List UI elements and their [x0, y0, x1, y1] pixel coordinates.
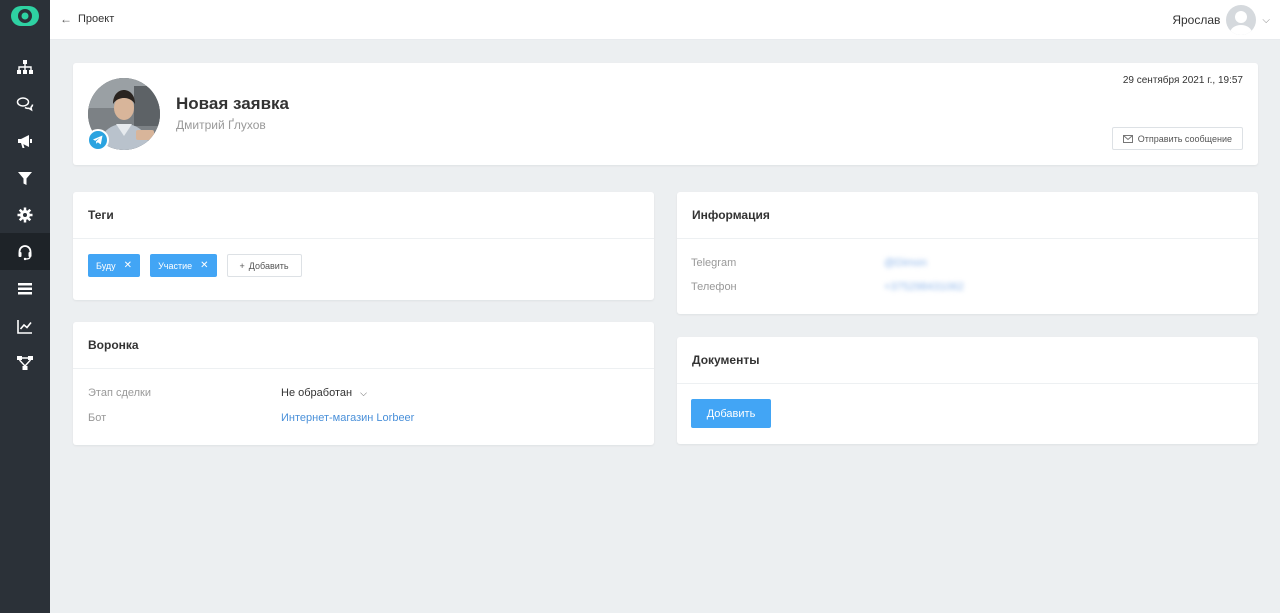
user-menu[interactable]: Ярослав ⌵	[1172, 5, 1270, 35]
plus-icon: +	[239, 260, 245, 271]
tag-chip[interactable]: Участие ✕	[150, 254, 217, 277]
lead-date: 29 сентября 2021 г., 19:57	[1122, 75, 1243, 86]
lead-header-card: Новая заявка Дмитрий Ґлухов 29 сентября …	[73, 63, 1258, 165]
megaphone-icon	[18, 134, 32, 148]
sidebar-item-analytics[interactable]	[0, 307, 50, 344]
sidebar-item-settings[interactable]	[0, 196, 50, 233]
sitemap-icon	[17, 59, 33, 74]
arrow-left-icon: ←	[60, 12, 72, 26]
sidebar-item-flows[interactable]	[0, 344, 50, 381]
stage-value: Не обработан	[281, 387, 353, 399]
tag-label: Участие	[158, 260, 193, 271]
chart-icon	[17, 319, 32, 334]
info-card: Информация Telegram @Dimon Телефон +3752…	[677, 192, 1258, 314]
funnel-card: Воронка Этап сделки Не обработан ⌵ Бот И…	[73, 322, 654, 445]
close-icon[interactable]: ✕	[124, 260, 132, 271]
lead-title: Новая заявка	[176, 94, 289, 113]
filter-icon	[18, 171, 32, 185]
chevron-down-icon: ⌵	[360, 387, 367, 398]
sidebar-item-lists[interactable]	[0, 270, 50, 307]
documents-card: Документы Добавить	[677, 337, 1258, 444]
back-label: Проект	[78, 13, 115, 25]
telegram-icon	[87, 129, 109, 151]
back-link[interactable]: ← Проект	[60, 12, 114, 26]
flow-icon	[17, 355, 33, 370]
bot-label: Бот	[88, 412, 107, 424]
chat-icon	[16, 96, 34, 111]
telegram-label: Telegram	[691, 257, 737, 269]
phone-label: Телефон	[691, 281, 737, 293]
tags-card: Теги Буду ✕ Участие ✕ + Добавить	[73, 192, 654, 300]
tag-chip[interactable]: Буду ✕	[88, 254, 141, 277]
tag-label: Буду	[96, 260, 116, 271]
user-avatar	[1226, 5, 1257, 35]
sidebar-item-broadcast[interactable]	[0, 122, 50, 159]
support-headset-icon	[18, 244, 32, 260]
bot-link[interactable]: Интернет-магазин Lorbeer	[281, 412, 414, 424]
logo-icon[interactable]	[10, 5, 40, 27]
add-tag-label: Добавить	[248, 260, 289, 271]
send-message-button[interactable]: Отправить сообщение	[1111, 127, 1243, 150]
sidebar	[0, 0, 50, 613]
sidebar-item-funnel[interactable]	[0, 159, 50, 196]
stage-select[interactable]: Не обработан ⌵	[281, 387, 367, 399]
add-tag-button[interactable]: + Добавить	[226, 254, 302, 277]
info-title: Информация	[677, 192, 1258, 239]
stage-label: Этап сделки	[88, 387, 151, 399]
documents-title: Документы	[677, 337, 1258, 384]
close-icon[interactable]: ✕	[200, 260, 208, 271]
envelope-icon	[1122, 134, 1133, 143]
user-name: Ярослав	[1172, 13, 1221, 27]
top-bar: ← Проект Ярослав ⌵	[50, 0, 1280, 40]
list-icon	[18, 282, 32, 294]
funnel-title: Воронка	[73, 322, 654, 369]
send-message-label: Отправить сообщение	[1137, 133, 1232, 144]
sidebar-item-chats[interactable]	[0, 85, 50, 122]
contact-name: Дмитрий Ґлухов	[176, 118, 266, 132]
add-document-button[interactable]: Добавить	[691, 399, 771, 428]
telegram-value[interactable]: @Dimon	[884, 257, 927, 269]
chevron-down-icon: ⌵	[1262, 14, 1270, 26]
sidebar-item-structure[interactable]	[0, 48, 50, 85]
phone-value[interactable]: +375298431062	[884, 281, 964, 293]
sidebar-item-support[interactable]	[0, 233, 50, 270]
gear-icon	[17, 207, 33, 222]
tags-title: Теги	[73, 192, 654, 239]
